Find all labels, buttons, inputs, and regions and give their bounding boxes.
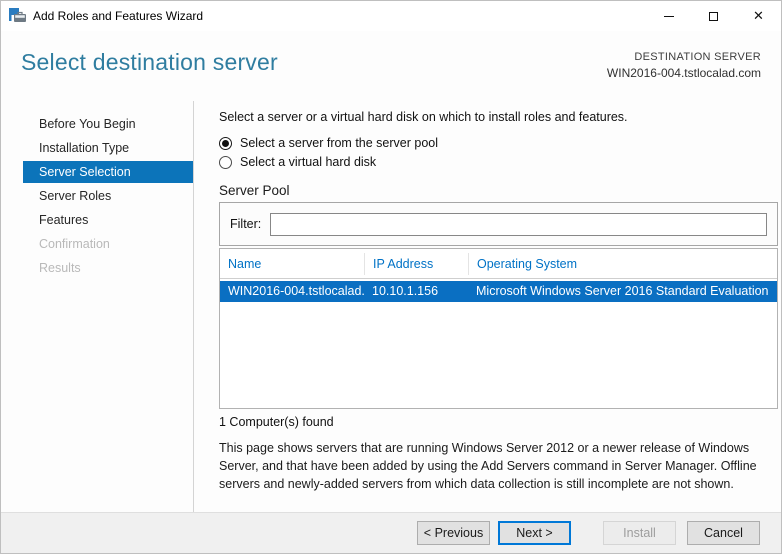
destination-block: DESTINATION SERVER WIN2016-004.tstlocala… <box>607 49 761 80</box>
maximize-icon <box>709 11 718 21</box>
column-header-name[interactable]: Name <box>220 257 364 271</box>
destination-server: WIN2016-004.tstlocalad.com <box>606 66 761 80</box>
radio-server-pool-label: Select a server from the server pool <box>240 136 438 150</box>
window-title: Add Roles and Features Wizard <box>33 9 204 23</box>
nav-item-before-you-begin[interactable]: Before You Begin <box>23 113 193 135</box>
cell-operating-system: Microsoft Windows Server 2016 Standard E… <box>476 284 769 298</box>
table-row[interactable]: WIN2016-004.tstlocalad.... 10.10.1.156 M… <box>220 281 777 302</box>
radio-virtual-hard-disk-label: Select a virtual hard disk <box>240 155 377 169</box>
nav-item-server-roles[interactable]: Server Roles <box>23 185 193 207</box>
intro-text: Select a server or a virtual hard disk o… <box>219 110 628 124</box>
close-button[interactable]: ✕ <box>736 1 781 31</box>
next-button[interactable]: Next > <box>498 521 571 545</box>
server-pool-table: Name IP Address Operating System WIN2016… <box>219 248 778 409</box>
minimize-button[interactable] <box>646 1 691 31</box>
page-description: This page shows servers that are running… <box>219 441 757 492</box>
computer-count: 1 Computer(s) found <box>219 415 334 429</box>
radio-unselected-icon <box>219 155 232 169</box>
page-header: Select destination server DESTINATION SE… <box>1 31 781 101</box>
install-button: Install <box>603 521 676 545</box>
radio-server-pool[interactable]: Select a server from the server pool <box>219 136 778 150</box>
page-title: Select destination server <box>21 49 278 75</box>
table-header-row: Name IP Address Operating System <box>220 249 777 279</box>
minimize-icon <box>663 15 674 17</box>
nav-item-confirmation: Confirmation <box>39 237 110 251</box>
previous-button[interactable]: < Previous <box>417 521 490 545</box>
cell-ip-address: 10.10.1.156 <box>372 284 439 298</box>
nav-item-features[interactable]: Features <box>23 209 193 231</box>
titlebar: Add Roles and Features Wizard ✕ <box>1 1 781 31</box>
column-header-ip-address[interactable]: IP Address <box>364 252 468 275</box>
column-header-operating-system[interactable]: Operating System <box>468 252 777 275</box>
filter-group: Filter: <box>219 202 778 246</box>
server-manager-icon <box>9 8 27 24</box>
window-controls: ✕ <box>646 1 781 31</box>
nav-item-server-selection[interactable]: Server Selection <box>23 161 193 183</box>
filter-input[interactable] <box>270 212 767 236</box>
footer-button-bar: < Previous Next > Install Cancel <box>1 512 781 553</box>
server-pool-title: Server Pool <box>219 183 290 198</box>
cancel-button[interactable]: Cancel <box>687 521 760 545</box>
wizard-body: Before You Begin Installation Type Serve… <box>1 101 781 512</box>
nav-item-installation-type[interactable]: Installation Type <box>23 137 193 159</box>
filter-label: Filter: <box>230 217 262 231</box>
wizard-window: Add Roles and Features Wizard ✕ Select d… <box>0 0 782 554</box>
radio-selected-icon <box>219 136 232 150</box>
cell-server-name: WIN2016-004.tstlocalad.... <box>228 284 364 298</box>
main-content: Select a server or a virtual hard disk o… <box>194 101 782 512</box>
radio-virtual-hard-disk[interactable]: Select a virtual hard disk <box>219 155 778 169</box>
maximize-button[interactable] <box>691 1 736 31</box>
nav-item-results: Results <box>39 261 81 275</box>
wizard-nav: Before You Begin Installation Type Serve… <box>1 101 194 512</box>
close-icon: ✕ <box>753 8 764 23</box>
destination-label: DESTINATION SERVER <box>634 51 761 63</box>
